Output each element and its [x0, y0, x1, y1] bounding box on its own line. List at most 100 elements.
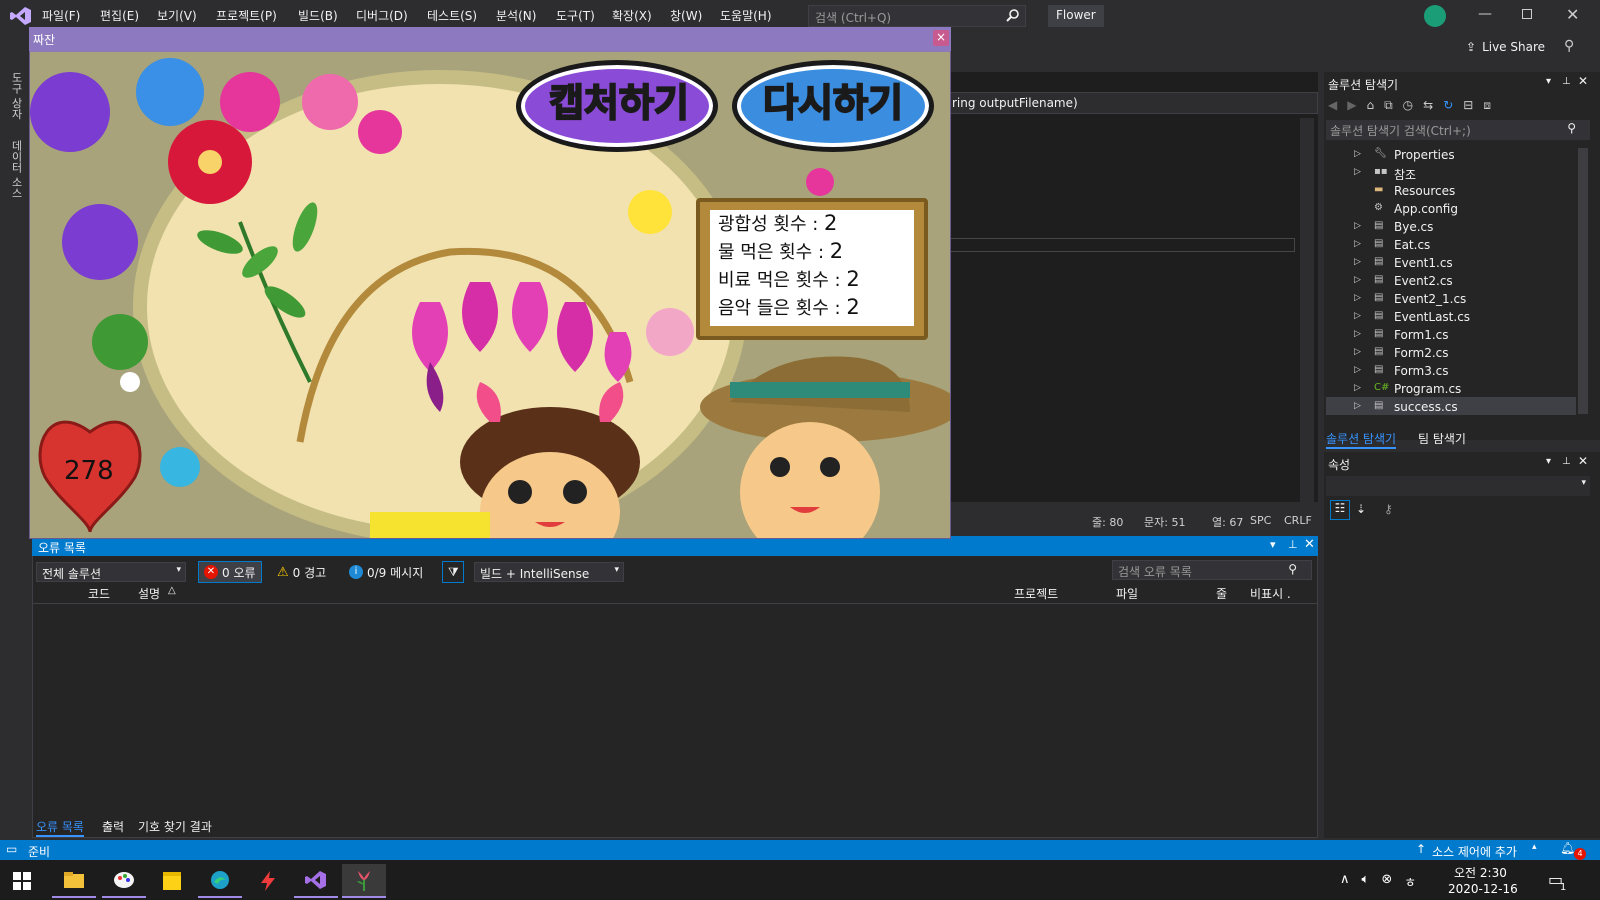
flower-app-icon[interactable]: [342, 864, 386, 898]
error-search-input[interactable]: 검색 오류 목록 ⚲: [1112, 560, 1312, 580]
home-icon[interactable]: ⌂: [1366, 98, 1374, 113]
solution-scrollbar[interactable]: [1578, 148, 1588, 414]
minimize-button[interactable]: —: [1478, 6, 1492, 22]
show-all-files-icon[interactable]: ⧈: [1483, 98, 1491, 113]
expand-arrow-icon[interactable]: ▷: [1354, 383, 1361, 393]
expand-arrow-icon[interactable]: ▷: [1354, 347, 1361, 357]
dropdown-icon[interactable]: ▾: [1546, 456, 1551, 467]
flash-icon[interactable]: [246, 864, 290, 898]
expand-arrow-icon[interactable]: ▷: [1354, 401, 1361, 411]
switch-views-icon[interactable]: ⧉: [1384, 98, 1393, 113]
pin-icon[interactable]: ⊥: [1562, 456, 1571, 467]
volume-icon[interactable]: 🔈︎: [1362, 872, 1370, 891]
expand-arrow-icon[interactable]: ▷: [1354, 329, 1361, 339]
categorized-icon[interactable]: ☷: [1330, 500, 1350, 520]
solution-item[interactable]: EventLast.cs: [1394, 310, 1470, 324]
expand-arrow-icon[interactable]: ▷: [1354, 311, 1361, 321]
game-window-titlebar[interactable]: 짜잔 ×: [29, 27, 951, 51]
menu-analyze[interactable]: 분석(N): [496, 7, 536, 24]
build-filter-dropdown[interactable]: 빌드 + IntelliSense ▾: [474, 562, 624, 582]
pin-icon[interactable]: ⊥: [1288, 538, 1298, 551]
source-control-button[interactable]: 소스 제어에 추가: [1432, 843, 1517, 860]
tab-output[interactable]: 출력: [102, 818, 124, 835]
back-icon[interactable]: ◀: [1328, 98, 1337, 113]
expand-arrow-icon[interactable]: ▷: [1354, 275, 1361, 285]
solution-item[interactable]: Resources: [1394, 184, 1455, 198]
close-panel-icon[interactable]: ✕: [1578, 454, 1588, 468]
column-suppression[interactable]: 비표시 .: [1250, 585, 1291, 602]
refresh-icon[interactable]: ↻: [1443, 98, 1453, 113]
menu-project[interactable]: 프로젝트(P): [216, 7, 277, 24]
column-file[interactable]: 파일: [1116, 585, 1138, 602]
quick-search-input[interactable]: 검색 (Ctrl+Q): [808, 5, 1026, 27]
toolbox-tab[interactable]: 도구 상자: [8, 72, 24, 120]
menu-help[interactable]: 도움말(H): [720, 7, 772, 24]
clock-date[interactable]: 2020-12-16: [1448, 882, 1518, 896]
tab-team-explorer[interactable]: 팀 탐색기: [1418, 430, 1466, 447]
column-line[interactable]: 줄: [1216, 585, 1227, 602]
errors-filter-button[interactable]: ✕ 0 오류: [198, 561, 262, 583]
input-method-icon[interactable]: ㅎ: [1404, 872, 1416, 891]
clock-time[interactable]: 오전 2:30: [1454, 864, 1507, 881]
column-project[interactable]: 프로젝트: [1014, 585, 1058, 602]
column-code[interactable]: 코드: [88, 585, 110, 602]
game-close-button[interactable]: ×: [933, 30, 949, 46]
tab-solution-explorer[interactable]: 솔루션 탐색기: [1326, 430, 1397, 449]
sticky-notes-icon[interactable]: [150, 864, 194, 898]
close-window-button[interactable]: ✕: [1566, 5, 1579, 24]
solution-item[interactable]: success.cs: [1394, 400, 1458, 414]
forward-icon[interactable]: ▶: [1347, 98, 1356, 113]
expand-arrow-icon[interactable]: ▷: [1354, 239, 1361, 249]
feedback-icon[interactable]: ⚲: [1564, 38, 1574, 54]
paint-icon[interactable]: [102, 864, 146, 898]
data-sources-tab[interactable]: 데이터 소스: [8, 140, 24, 199]
expand-arrow-icon[interactable]: ▷: [1354, 221, 1361, 231]
solution-item[interactable]: Bye.cs: [1394, 220, 1433, 234]
solution-item[interactable]: Form2.cs: [1394, 346, 1449, 360]
messages-filter-button[interactable]: i 0/9 메시지: [344, 561, 428, 583]
menu-debug[interactable]: 디버그(D): [356, 7, 408, 24]
warnings-filter-button[interactable]: ⚠ 0 경고: [272, 561, 331, 583]
close-panel-icon[interactable]: ✕: [1304, 537, 1315, 552]
edge-icon[interactable]: [198, 864, 242, 898]
sync-icon[interactable]: ⇆: [1423, 98, 1433, 113]
dropdown-icon[interactable]: ▾: [1546, 76, 1551, 87]
expand-arrow-icon[interactable]: ▷: [1354, 365, 1361, 375]
expand-arrow-icon[interactable]: ▷: [1354, 293, 1361, 303]
dropdown-icon[interactable]: ▾: [1270, 538, 1276, 551]
network-disconnected-icon[interactable]: ⊗: [1381, 872, 1392, 891]
menu-test[interactable]: 테스트(S): [427, 7, 477, 24]
notification-bell-icon[interactable]: 🔔︎: [1560, 841, 1575, 855]
solution-item[interactable]: 참조: [1394, 166, 1416, 183]
solution-item[interactable]: Event1.cs: [1394, 256, 1453, 270]
filter-icon[interactable]: ⧩: [442, 561, 464, 583]
column-description[interactable]: 설명: [138, 585, 160, 602]
start-button[interactable]: [0, 864, 44, 898]
solution-item[interactable]: Form1.cs: [1394, 328, 1449, 342]
solution-item[interactable]: Properties: [1394, 148, 1455, 162]
solution-item[interactable]: Eat.cs: [1394, 238, 1430, 252]
tab-error-list[interactable]: 오류 목록: [36, 818, 84, 837]
file-explorer-icon[interactable]: [52, 864, 96, 898]
maximize-button[interactable]: [1522, 9, 1532, 19]
alphabetical-icon[interactable]: ⇣: [1356, 502, 1366, 516]
solution-item[interactable]: Program.cs: [1394, 382, 1461, 396]
expand-arrow-icon[interactable]: ▷: [1354, 167, 1361, 177]
code-editor[interactable]: [950, 72, 1318, 502]
menu-file[interactable]: 파일(F): [42, 7, 80, 24]
solution-item[interactable]: Event2_1.cs: [1394, 292, 1466, 306]
scope-dropdown[interactable]: 전체 솔루션 ▾: [36, 562, 186, 582]
editor-scrollbar[interactable]: [1300, 118, 1314, 508]
account-avatar[interactable]: [1424, 5, 1446, 27]
menu-window[interactable]: 창(W): [670, 7, 702, 24]
solution-item[interactable]: Event2.cs: [1394, 274, 1453, 288]
close-panel-icon[interactable]: ✕: [1578, 74, 1588, 88]
pending-changes-icon[interactable]: ◷: [1403, 98, 1413, 113]
expand-arrow-icon[interactable]: ▷: [1354, 257, 1361, 267]
menu-view[interactable]: 보기(V): [157, 7, 197, 24]
collapse-all-icon[interactable]: ⊟: [1463, 98, 1473, 113]
tab-find-symbol-results[interactable]: 기호 찾기 결과: [138, 818, 212, 835]
chevron-up-icon[interactable]: ∧: [1340, 872, 1350, 891]
menu-extensions[interactable]: 확장(X): [612, 7, 652, 24]
live-share-button[interactable]: ⇪ Live Share: [1466, 40, 1545, 54]
